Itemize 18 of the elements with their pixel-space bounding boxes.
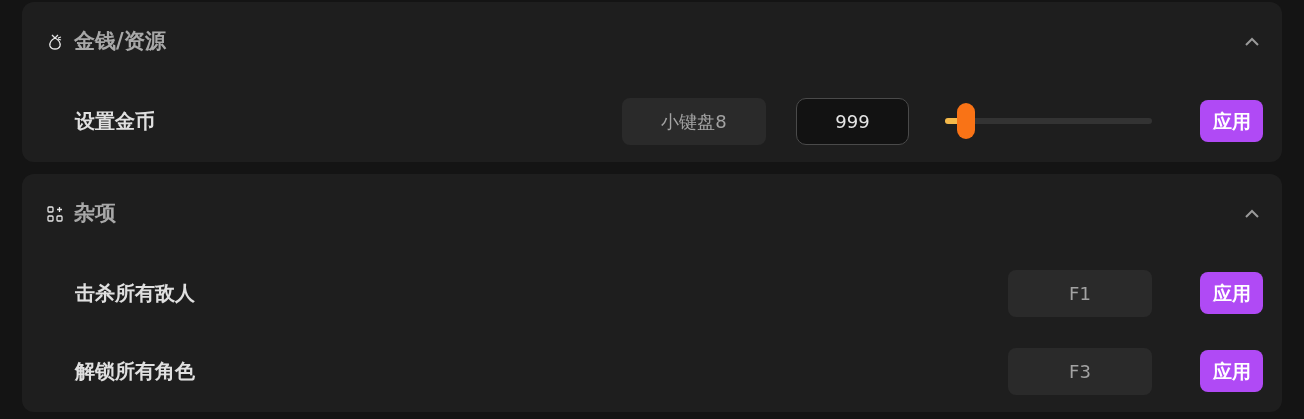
hotkey-field[interactable]: 小键盘8 bbox=[622, 97, 766, 145]
value-field[interactable]: 999 bbox=[796, 97, 909, 145]
chevron-up-icon[interactable] bbox=[1244, 209, 1260, 219]
hotkey-field[interactable]: F1 bbox=[1008, 269, 1152, 317]
section-title: 杂项 bbox=[74, 200, 117, 228]
setting-label: 设置金币 bbox=[75, 108, 156, 135]
apply-button[interactable]: 应用 bbox=[1200, 100, 1263, 142]
chevron-up-icon[interactable] bbox=[1244, 37, 1260, 47]
slider[interactable] bbox=[945, 103, 1152, 139]
hotkey-field[interactable]: F3 bbox=[1008, 347, 1152, 395]
setting-label: 解锁所有角色 bbox=[75, 358, 196, 385]
apps-icon bbox=[46, 205, 64, 223]
setting-label: 击杀所有敌人 bbox=[75, 280, 196, 307]
apply-button[interactable]: 应用 bbox=[1200, 272, 1263, 314]
money-bag-icon bbox=[46, 33, 64, 51]
section-title: 金钱/资源 bbox=[74, 28, 167, 56]
apply-button[interactable]: 应用 bbox=[1200, 350, 1263, 392]
slider-thumb[interactable] bbox=[956, 103, 975, 139]
